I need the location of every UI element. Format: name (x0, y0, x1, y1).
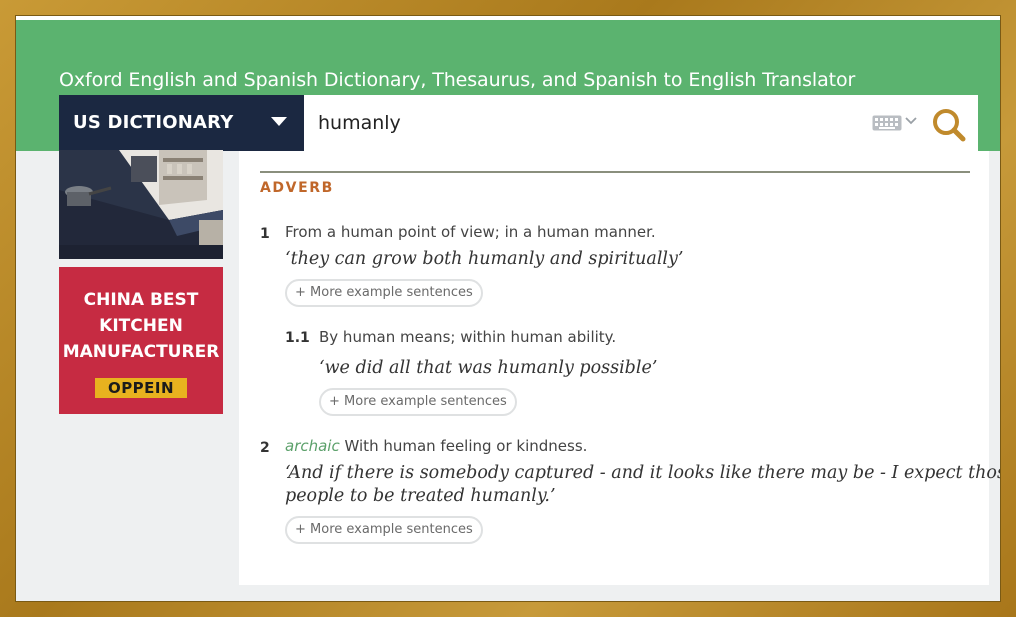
search-box (304, 95, 978, 151)
example-line: people to be treated humanly.’ (285, 486, 556, 506)
kitchen-photo-ad[interactable] (59, 150, 223, 259)
ad-headline: CHINA BEST KITCHEN MANUFACTURER (59, 287, 223, 365)
more-examples-button[interactable]: + More example sentences (285, 516, 483, 544)
entry-panel: ADVERB 1 From a human point of view; in … (239, 151, 1000, 585)
register-label[interactable]: archaic (285, 437, 340, 455)
keyboard-chevron-icon[interactable] (904, 113, 918, 127)
subsense-number: 1.1 (285, 330, 310, 346)
sense-definition: From a human point of view; in a human m… (285, 223, 656, 241)
browser-viewport: Oxford English and Spanish Dictionary, T… (16, 16, 1000, 601)
example-sentence: ‘And if there is somebody captured - and… (285, 462, 1000, 508)
sense-definition: With human feeling or kindness. (344, 437, 588, 455)
example-sentence: ‘they can grow both humanly and spiritua… (285, 249, 684, 269)
ad-headline-line: CHINA BEST (83, 290, 199, 310)
chevron-down-icon (271, 117, 287, 126)
ad-headline-line: MANUFACTURER (62, 342, 220, 362)
more-examples-button[interactable]: + More example sentences (285, 279, 483, 307)
dictionary-selector-label: US DICTIONARY (73, 112, 234, 133)
sense-number: 1 (260, 226, 270, 242)
example-line: ‘And if there is somebody captured - and… (285, 463, 1000, 483)
sense-definition-row: archaic With human feeling or kindness. (285, 437, 587, 455)
part-of-speech: ADVERB (260, 180, 334, 196)
search-input[interactable] (318, 108, 838, 138)
dictionary-selector[interactable]: US DICTIONARY (59, 95, 304, 151)
more-examples-button[interactable]: + More example sentences (319, 388, 517, 416)
magnifier-icon[interactable] (931, 107, 967, 143)
sense-number: 2 (260, 440, 270, 456)
kitchen-manufacturer-ad[interactable]: CHINA BEST KITCHEN MANUFACTURER OPPEIN (59, 267, 223, 414)
kitchen-photo (59, 150, 223, 259)
ad-headline-line: KITCHEN (99, 316, 183, 336)
ad-brand-logo: OPPEIN (95, 378, 187, 398)
keyboard-icon[interactable] (872, 115, 902, 131)
entry-divider (260, 171, 970, 173)
example-sentence: ‘we did all that was humanly possible’ (319, 358, 658, 378)
site-title: Oxford English and Spanish Dictionary, T… (59, 69, 856, 91)
sense-definition: By human means; within human ability. (319, 328, 617, 346)
